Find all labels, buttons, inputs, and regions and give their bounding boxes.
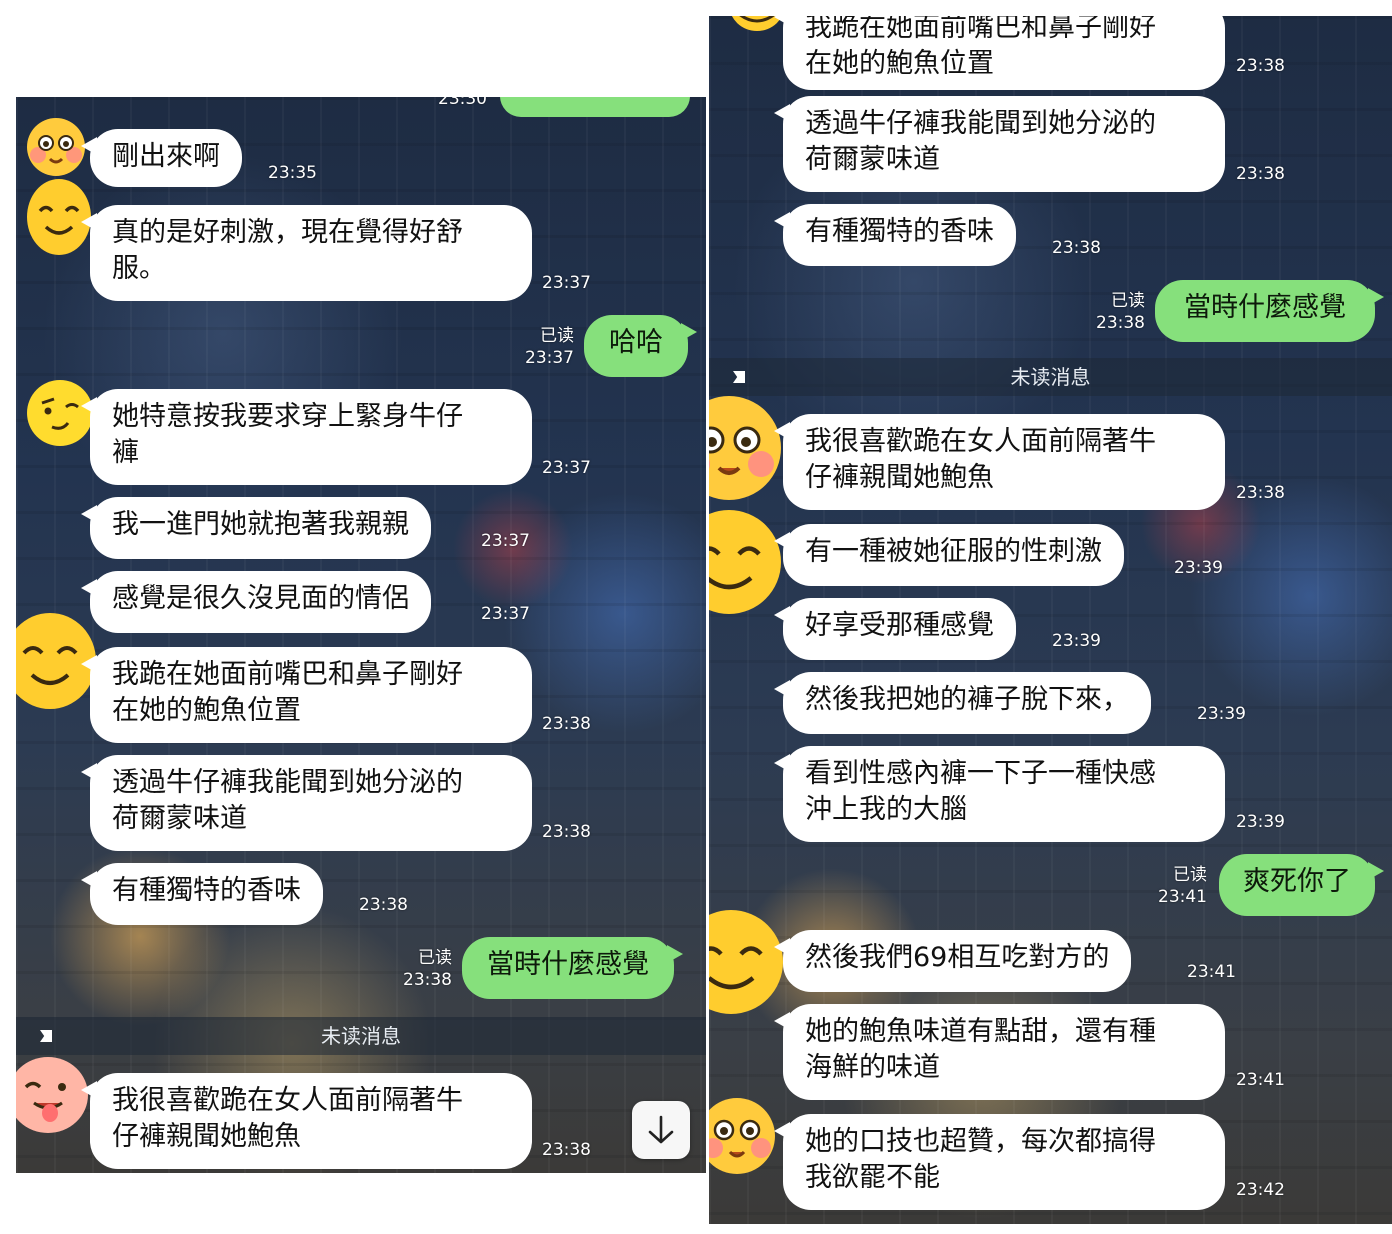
message-time: 23:38 [542, 822, 591, 842]
outgoing-message[interactable]: 爽死你了 [1219, 854, 1384, 916]
incoming-message[interactable]: 感覺是很久沒見面的情侶 [81, 571, 431, 633]
incoming-message[interactable]: 我跪在她面前嘴巴和鼻子剛好 在她的鮑魚位置 [774, 16, 1225, 90]
incoming-message[interactable]: 透過牛仔褲我能聞到她分泌的 荷爾蒙味道 [774, 96, 1225, 192]
message-time: 23:39 [1174, 558, 1223, 578]
message-time: 23:41 [1187, 962, 1236, 982]
message-time: 23:30 [438, 97, 487, 109]
message-time: 23:39 [1052, 631, 1101, 651]
incoming-message[interactable]: 真的是好刺激，現在覺得好舒 服。 [81, 205, 532, 301]
message-time: 23:38 [542, 714, 591, 734]
incoming-message[interactable]: 她的口技也超贊，每次都搞得 我欲罷不能 [774, 1114, 1225, 1210]
message-time: 23:38 [1236, 56, 1285, 76]
chat-screenshot-right: 我跪在她面前嘴巴和鼻子剛好 在她的鮑魚位置 23:38 透過牛仔褲我能聞到她分泌… [709, 16, 1392, 1224]
incoming-message[interactable]: 然後我把她的褲子脫下來， [774, 672, 1151, 734]
smiling-emoji-icon [709, 510, 781, 614]
arrow-down-icon [648, 1115, 674, 1144]
message-time: 23:37 [542, 273, 591, 293]
message-time: 23:42 [1236, 1180, 1285, 1200]
incoming-message[interactable]: 有種獨特的香味 [81, 863, 323, 925]
unread-divider: 未读消息 [16, 1017, 706, 1055]
incoming-message[interactable]: 我跪在她面前嘴巴和鼻子剛好 在她的鮑魚位置 [81, 647, 532, 743]
unread-divider: 未读消息 [709, 358, 1392, 396]
message-time: 23:38 [1236, 164, 1285, 184]
message-time: 23:37 [481, 531, 530, 551]
outgoing-message-partial[interactable] [500, 97, 699, 117]
message-time: 23:41 [1236, 1070, 1285, 1090]
message-time: 23:38 [1236, 483, 1285, 503]
read-receipt: 已读 23:38 [403, 948, 452, 990]
read-receipt: 已读 23:38 [1096, 291, 1145, 333]
incoming-message[interactable]: 有種獨特的香味 [774, 204, 1016, 266]
message-time: 23:38 [542, 1140, 591, 1160]
outgoing-message[interactable]: 當時什麼感覺 [1155, 280, 1384, 342]
read-receipt: 已读 23:37 [525, 326, 574, 368]
message-time: 23:37 [481, 604, 530, 624]
incoming-message[interactable]: 然後我們69相互吃對方的 [773, 930, 1132, 992]
incoming-message[interactable]: 有一種被她征服的性刺激 [774, 524, 1124, 586]
flag-icon [733, 371, 745, 383]
outgoing-message[interactable]: 當時什麼感覺 [462, 937, 683, 999]
incoming-message[interactable]: 好享受那種感覺 [774, 598, 1016, 660]
blushing-emoji-icon [27, 118, 85, 176]
message-time: 23:38 [359, 895, 408, 915]
incoming-message[interactable]: 我一進門她就抱著我親親 [81, 497, 431, 559]
incoming-message[interactable]: 看到性感內褲一下子一種快感 沖上我的大腦 [774, 746, 1225, 842]
incoming-message[interactable]: 我很喜歡跪在女人面前隔著牛 仔褲親聞她鮑魚 [774, 414, 1225, 510]
read-receipt: 已读 23:41 [1158, 865, 1207, 907]
blushing-emoji-icon [709, 1098, 775, 1174]
message-time: 23:35 [268, 163, 317, 183]
scroll-to-bottom-button[interactable] [632, 1101, 690, 1159]
incoming-message[interactable]: 我很喜歡跪在女人面前隔著牛 仔褲親聞她鮑魚 [81, 1073, 532, 1169]
message-time: 23:37 [542, 458, 591, 478]
message-time: 23:38 [1052, 238, 1101, 258]
blushing-emoji-icon [709, 396, 781, 500]
incoming-message[interactable]: 透過牛仔褲我能聞到她分泌的 荷爾蒙味道 [81, 755, 532, 851]
incoming-message[interactable]: 剛出來啊 [81, 129, 242, 187]
message-time: 23:39 [1236, 812, 1285, 832]
incoming-message[interactable]: 她特意按我要求穿上緊身牛仔 褲 [81, 389, 532, 485]
outgoing-message[interactable]: 哈哈 [584, 315, 697, 377]
flag-icon [40, 1030, 52, 1042]
chat-screenshot-left: 23:30 剛出來啊 23:35 真的是好刺激，現在覺得好舒 服。 23:37 … [16, 97, 706, 1173]
message-time: 23:39 [1197, 704, 1246, 724]
smiling-emoji-icon [709, 910, 783, 1014]
incoming-message[interactable]: 她的鮑魚味道有點甜，還有種 海鮮的味道 [774, 1004, 1225, 1100]
